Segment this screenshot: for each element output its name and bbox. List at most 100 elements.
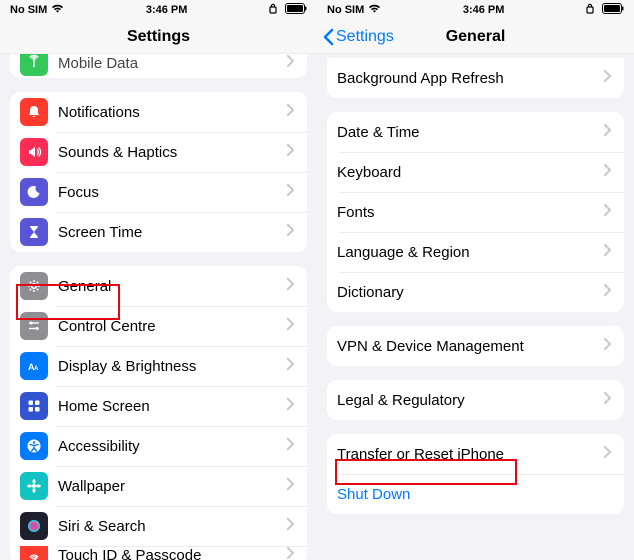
row-label: Background App Refresh [337,70,604,87]
battery-icon [602,3,624,17]
list-item[interactable]: Shut Down [327,474,624,514]
bell-icon [20,98,48,126]
list-item[interactable]: General [10,266,307,306]
list-item[interactable]: Language & Region [327,232,624,272]
list-item[interactable]: Sounds & Haptics [10,132,307,172]
chevron-right-icon [287,103,295,121]
chevron-left-icon [323,28,334,46]
list-item[interactable]: Control Centre [10,306,307,346]
hourglass-icon [20,218,48,246]
clock-text: 3:46 PM [463,4,505,16]
chevron-right-icon [604,163,612,181]
list-item[interactable]: Touch ID & Passcode [10,546,307,560]
page-title: General [446,28,506,46]
row-label: Keyboard [337,164,604,181]
chevron-right-icon [287,477,295,495]
row-label: Screen Time [58,224,287,241]
row-label: Legal & Regulatory [337,392,604,409]
chevron-right-icon [287,317,295,335]
back-button[interactable]: Settings [323,28,394,46]
speaker-icon [20,138,48,166]
wifi-icon [368,4,381,16]
list-item[interactable]: Focus [10,172,307,212]
row-label: Sounds & Haptics [58,144,287,161]
list-item[interactable]: Fonts [327,192,624,232]
list-item[interactable]: Home Screen [10,386,307,426]
row-label: Home Screen [58,398,287,415]
chevron-right-icon [604,283,612,301]
back-label: Settings [336,28,394,46]
toggles-icon [20,312,48,340]
list-item[interactable]: Keyboard [327,152,624,192]
row-label: Fonts [337,204,604,221]
svg-text:A: A [34,366,39,372]
clock-text: 3:46 PM [146,4,188,16]
chevron-right-icon [287,143,295,161]
row-label: Control Centre [58,318,287,335]
general-group-reset: Transfer or Reset iPhone Shut Down [327,434,624,514]
chevron-right-icon [287,357,295,375]
orientation-lock-icon [586,3,598,17]
row-label: Date & Time [337,124,604,141]
battery-icon [285,3,307,17]
row-label: VPN & Device Management [337,338,604,355]
row-label: Accessibility [58,438,287,455]
list-item[interactable]: Date & Time [327,112,624,152]
page-title: Settings [127,28,190,46]
row-label: Touch ID & Passcode [58,547,287,560]
nav-bar: Settings [0,20,317,54]
chevron-right-icon [287,397,295,415]
chevron-right-icon [604,203,612,221]
row-label: Focus [58,184,287,201]
row-label: Wallpaper [58,478,287,495]
chevron-right-icon [604,243,612,261]
carrier-text: No SIM [10,4,47,16]
chevron-right-icon [604,445,612,463]
list-item[interactable]: Transfer or Reset iPhone [327,434,624,474]
list-item[interactable]: Accessibility [10,426,307,466]
row-label: Transfer or Reset iPhone [337,446,604,463]
chevron-right-icon [287,546,295,560]
list-item[interactable]: Siri & Search [10,506,307,546]
list-item[interactable]: Wallpaper [10,466,307,506]
list-item[interactable]: Dictionary [327,272,624,312]
chevron-right-icon [604,337,612,355]
list-item-mobile-data[interactable]: Mobile Data [10,54,307,78]
list-item[interactable]: VPN & Device Management [327,326,624,366]
general-group-top: Background App Refresh [327,58,624,98]
general-group-legal: Legal & Regulatory [327,380,624,420]
chevron-right-icon [604,69,612,87]
antenna-icon [20,54,48,76]
row-label: Shut Down [337,486,612,503]
status-bar: No SIM 3:46 PM [0,0,317,20]
chevron-right-icon [287,183,295,201]
row-label: Mobile Data [58,55,287,72]
row-label: General [58,278,287,295]
flower-icon [20,472,48,500]
list-item[interactable]: AADisplay & Brightness [10,346,307,386]
chevron-right-icon [287,517,295,535]
general-group-locale: Date & Time Keyboard Fonts Language & Regio… [327,112,624,312]
list-item[interactable]: Background App Refresh [327,58,624,98]
settings-screen: No SIM 3:46 PM Settings Mobile Data Not [0,0,317,560]
list-item[interactable]: Screen Time [10,212,307,252]
settings-group-notifications: Notifications Sounds & Haptics Focus Screen… [10,92,307,252]
grid-icon [20,392,48,420]
chevron-right-icon [287,437,295,455]
gear-icon [20,272,48,300]
chevron-right-icon [604,123,612,141]
nav-bar: Settings General [317,20,634,54]
chevron-right-icon [287,54,295,72]
row-label: Siri & Search [58,518,287,535]
accessibility-icon [20,432,48,460]
wifi-icon [51,4,64,16]
carrier-text: No SIM [327,4,364,16]
row-label: Language & Region [337,244,604,261]
chevron-right-icon [287,277,295,295]
row-label: Display & Brightness [58,358,287,375]
list-item[interactable]: Legal & Regulatory [327,380,624,420]
orientation-lock-icon [269,3,281,17]
moon-icon [20,178,48,206]
list-item[interactable]: Notifications [10,92,307,132]
row-label: Dictionary [337,284,604,301]
